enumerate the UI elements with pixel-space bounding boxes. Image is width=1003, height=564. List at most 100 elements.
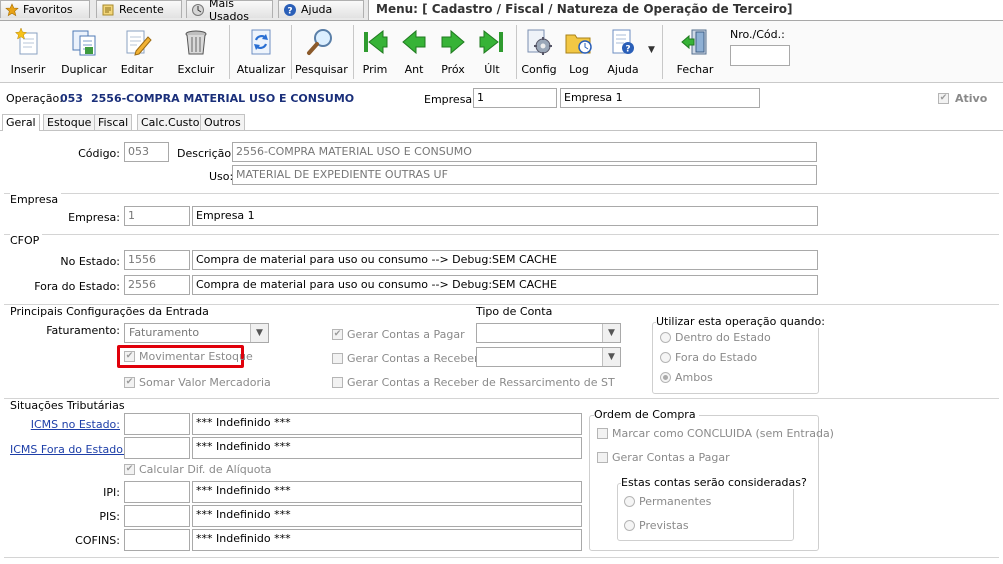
- codigo-field[interactable]: 053: [124, 142, 169, 162]
- chevron-down-icon: ▼: [250, 324, 268, 342]
- ajuda-toolbar-button[interactable]: ? Ajuda: [602, 21, 644, 81]
- icms-estado-link[interactable]: ICMS no Estado:: [10, 418, 120, 432]
- log-folder-icon: [564, 27, 594, 57]
- tab-ajuda[interactable]: ? Ajuda: [278, 0, 364, 18]
- faturamento-select[interactable]: Faturamento ▼: [124, 323, 269, 343]
- nro-cod-label: Nro./Cód.:: [730, 28, 785, 41]
- permanentes-radio[interactable]: [624, 496, 635, 507]
- prox-button[interactable]: Próx: [434, 21, 472, 81]
- prim-label: Prim: [362, 63, 388, 76]
- chevron-down-icon: ▼: [602, 348, 620, 366]
- atualizar-button[interactable]: Atualizar: [235, 21, 287, 81]
- previstas-radio[interactable]: [624, 520, 635, 531]
- ipi-code-input[interactable]: [124, 481, 190, 503]
- ajuda-toolbar-label: Ajuda: [607, 63, 639, 76]
- marcar-concluida-checkbox[interactable]: [597, 428, 608, 439]
- header-empresa-code-input[interactable]: 1: [473, 88, 557, 108]
- tab-geral[interactable]: Geral: [2, 114, 40, 131]
- config-button[interactable]: Config: [519, 21, 559, 81]
- empresa-section-title: Empresa: [10, 193, 62, 206]
- icms-estado-desc-field: *** Indefinido ***: [192, 413, 582, 435]
- gerar-contas-receber-checkbox[interactable]: [332, 353, 343, 364]
- tab-mais-usados[interactable]: Mais Usados: [186, 0, 273, 23]
- no-estado-desc-field: Compra de material para uso ou consumo -…: [192, 250, 818, 270]
- header-empresa-label: Empresa:: [424, 93, 476, 106]
- tipo-conta-title: Tipo de Conta: [476, 305, 556, 318]
- empresa-label: Empresa:: [68, 211, 120, 224]
- duplicar-button[interactable]: Duplicar: [58, 21, 110, 81]
- pis-code-input[interactable]: [124, 505, 190, 527]
- tipo-conta-pagar-select[interactable]: ▼: [476, 323, 621, 343]
- pesquisar-button[interactable]: Pesquisar: [295, 21, 348, 81]
- most-used-icon: [191, 3, 205, 17]
- refresh-icon: [246, 27, 276, 57]
- descricao-field[interactable]: 2556-COMPRA MATERIAL USO E CONSUMO: [232, 142, 817, 162]
- empresa-section-divider: [4, 193, 999, 194]
- situacoes-section-divider: [4, 398, 999, 399]
- tab-recente-label: Recente: [119, 3, 164, 16]
- somar-valor-checkbox[interactable]: ✔: [124, 377, 135, 388]
- uso-label: Uso:: [209, 170, 234, 183]
- fechar-button[interactable]: Fechar: [672, 21, 718, 81]
- gerar-ressarcimento-checkbox[interactable]: [332, 377, 343, 388]
- ant-button[interactable]: Ant: [395, 21, 433, 81]
- chevron-down-icon: ▼: [602, 324, 620, 342]
- dentro-estado-radio[interactable]: [660, 332, 671, 343]
- help-document-icon: ?: [608, 27, 638, 57]
- log-label: Log: [569, 63, 589, 76]
- inserir-button[interactable]: Inserir: [2, 21, 54, 81]
- toolbar-separator: [353, 25, 354, 79]
- no-estado-code-field[interactable]: 1556: [124, 250, 190, 270]
- operacao-code: 053: [60, 92, 83, 105]
- exit-door-icon: [680, 27, 710, 57]
- gerar-contas-pagar-checkbox[interactable]: ✔: [332, 329, 343, 340]
- tipo-conta-receber-select[interactable]: ▼: [476, 347, 621, 367]
- ult-button[interactable]: Últ: [473, 21, 511, 81]
- nro-cod-input[interactable]: [730, 45, 790, 66]
- tab-estoque[interactable]: Estoque: [43, 114, 96, 130]
- fora-estado-radio-label: Fora do Estado: [675, 351, 758, 364]
- tab-calc-custo[interactable]: Calc.Custo: [137, 114, 204, 130]
- editar-button[interactable]: Editar: [112, 21, 162, 81]
- no-estado-label: No Estado:: [60, 255, 120, 268]
- uso-field[interactable]: MATERIAL DE EXPEDIENTE OUTRAS UF: [232, 165, 817, 185]
- gear-icon: [524, 27, 554, 57]
- ambos-label: Ambos: [675, 371, 713, 384]
- pis-desc-field: *** Indefinido ***: [192, 505, 582, 527]
- utilizar-title: Utilizar esta operação quando:: [656, 315, 828, 328]
- trash-icon: [181, 27, 211, 57]
- log-button[interactable]: Log: [560, 21, 598, 81]
- tab-recente[interactable]: Recente: [96, 0, 182, 18]
- calcular-dif-checkbox[interactable]: ✔: [124, 464, 135, 475]
- toolbar-separator: [516, 25, 517, 79]
- tab-outros[interactable]: Outros: [200, 114, 245, 130]
- movimentar-estoque-checkbox[interactable]: ✔: [124, 351, 135, 362]
- bottom-divider: [4, 557, 999, 558]
- oc-gerar-pagar-checkbox[interactable]: [597, 452, 608, 463]
- cfop-section-title: CFOP: [10, 234, 43, 247]
- cofins-code-input[interactable]: [124, 529, 190, 551]
- inserir-label: Inserir: [10, 63, 46, 76]
- icms-fora-link[interactable]: ICMS Fora do Estado:: [10, 443, 127, 457]
- atualizar-label: Atualizar: [236, 63, 286, 76]
- icms-fora-code-input[interactable]: [124, 437, 190, 459]
- gerar-contas-pagar-label: Gerar Contas a Pagar: [347, 328, 465, 341]
- empresa-code-field[interactable]: 1: [124, 206, 190, 226]
- prim-button[interactable]: Prim: [356, 21, 394, 81]
- svg-text:?: ?: [287, 6, 292, 16]
- tab-fiscal[interactable]: Fiscal: [94, 114, 133, 130]
- fora-estado-radio[interactable]: [660, 352, 671, 363]
- codigo-label: Código:: [78, 147, 120, 160]
- tab-mais-usados-label: Mais Usados: [209, 0, 249, 23]
- excluir-button[interactable]: Excluir: [170, 21, 222, 81]
- fora-estado-code-field[interactable]: 2556: [124, 275, 190, 295]
- pesquisar-label: Pesquisar: [295, 63, 348, 76]
- svg-text:?: ?: [625, 45, 630, 55]
- chevron-down-icon[interactable]: ▼: [648, 45, 655, 55]
- ativo-checkbox[interactable]: ✔: [938, 93, 949, 104]
- tab-favoritos[interactable]: Favoritos: [0, 0, 90, 18]
- ambos-radio[interactable]: [660, 372, 671, 383]
- icms-estado-code-input[interactable]: [124, 413, 190, 435]
- calcular-dif-label: Calcular Dif. de Alíquota: [139, 463, 272, 476]
- star-icon: [5, 2, 19, 17]
